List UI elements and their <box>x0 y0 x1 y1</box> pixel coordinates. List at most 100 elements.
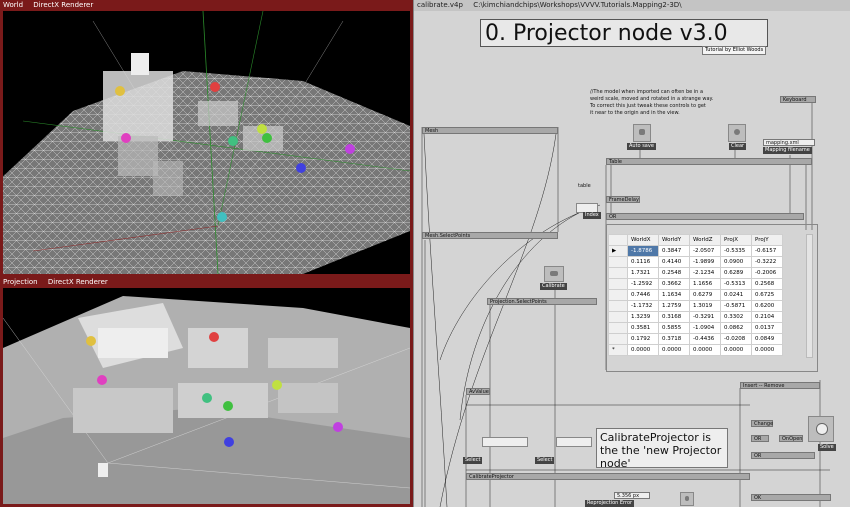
table-row[interactable]: 0.1792 0.3718 -0.4436 -0.0208 0.0849 <box>608 333 783 345</box>
table-node[interactable]: Table <box>606 158 812 165</box>
table-row[interactable]: ▶ -1.8786 0.3847 -2.0507 -0.5335 -0.6157 <box>608 245 783 257</box>
cell[interactable]: 0.0241 <box>720 289 752 301</box>
cell[interactable]: 0.3168 <box>658 311 690 323</box>
auto-save-label: Auto save <box>627 143 656 150</box>
cell[interactable]: 0.0000 <box>751 344 783 356</box>
cell[interactable]: 0.6725 <box>751 289 783 301</box>
render-toggle[interactable] <box>680 492 694 506</box>
cell[interactable]: -0.3222 <box>751 256 783 268</box>
cell[interactable]: -0.6157 <box>751 245 783 257</box>
solve-button[interactable] <box>808 416 834 442</box>
cell[interactable]: 0.3302 <box>720 311 752 323</box>
cell[interactable]: -0.5335 <box>720 245 752 257</box>
column-header[interactable]: ProjX <box>720 234 752 246</box>
onopen-node[interactable]: OnOpen <box>779 435 803 442</box>
cell[interactable]: 0.0862 <box>720 322 752 334</box>
keyboard-node[interactable]: Keyboard <box>780 96 816 103</box>
column-header[interactable]: WorldZ <box>689 234 721 246</box>
row-marker <box>608 256 628 268</box>
calibrate-projector-node[interactable]: CalibrateProjector <box>466 473 750 480</box>
cell[interactable]: 0.6289 <box>720 267 752 279</box>
cell[interactable]: 0.3847 <box>658 245 690 257</box>
cell[interactable]: -0.3291 <box>689 311 721 323</box>
or-node-3[interactable]: OR <box>751 452 815 459</box>
table-row[interactable]: -1.2592 0.3662 1.1656 -0.5313 0.2568 <box>608 278 783 290</box>
change-node[interactable]: Change <box>751 420 773 427</box>
cell[interactable]: 0.5855 <box>658 322 690 334</box>
or-node[interactable]: OR <box>606 213 804 220</box>
cell[interactable]: -1.9899 <box>689 256 721 268</box>
cell[interactable]: 1.2759 <box>658 300 690 312</box>
cell[interactable]: 0.6279 <box>689 289 721 301</box>
cell[interactable]: 0.1116 <box>627 256 659 268</box>
projection-selectpoints-node[interactable]: Projection.SelectPoints <box>487 298 597 305</box>
cell[interactable]: 0.7446 <box>627 289 659 301</box>
select-spread-2[interactable] <box>556 437 592 447</box>
grid-body[interactable]: ▶ -1.8786 0.3847 -2.0507 -0.5335 -0.6157 0.11… <box>608 245 783 356</box>
frame-delay-node[interactable]: FrameDelay <box>606 196 640 203</box>
cell[interactable]: -0.2006 <box>751 267 783 279</box>
table-row[interactable]: 0.7446 1.1634 0.6279 0.0241 0.6725 <box>608 289 783 301</box>
cell[interactable]: 0.2548 <box>658 267 690 279</box>
cell[interactable]: 0.0000 <box>658 344 690 356</box>
cell[interactable]: 0.0000 <box>627 344 659 356</box>
grid-header-row: WorldX WorldY WorldZ ProjX ProjY <box>608 234 783 246</box>
column-header[interactable]: WorldY <box>658 234 690 246</box>
toggle-indicator <box>684 496 690 501</box>
clear-button[interactable] <box>728 124 746 142</box>
cell[interactable]: 0.0137 <box>751 322 783 334</box>
cell[interactable]: 0.0000 <box>689 344 721 356</box>
row-marker <box>608 278 628 290</box>
table-row[interactable]: -1.1732 1.2759 1.3019 -0.5871 0.6200 <box>608 300 783 312</box>
cell[interactable]: 0.6200 <box>751 300 783 312</box>
comment-line: //The model when imported can often be i… <box>590 89 704 95</box>
mesh-selectpoints-node[interactable]: Mesh.SelectPoints <box>422 232 558 239</box>
cell[interactable]: -0.0208 <box>720 333 752 345</box>
cell[interactable]: 0.2104 <box>751 311 783 323</box>
cell[interactable]: 1.3019 <box>689 300 721 312</box>
cell[interactable]: 0.2568 <box>751 278 783 290</box>
button-indicator <box>733 129 741 136</box>
insert-remove-node[interactable]: Insert -- Remove <box>740 382 820 389</box>
cell[interactable]: 0.4140 <box>658 256 690 268</box>
cell[interactable]: -0.5313 <box>720 278 752 290</box>
cell[interactable]: 0.0000 <box>720 344 752 356</box>
mesh-node[interactable]: Mesh <box>422 127 558 134</box>
row-marker <box>608 267 628 279</box>
or-node-2[interactable]: OR <box>751 435 769 442</box>
cell[interactable]: 0.0849 <box>751 333 783 345</box>
table-row[interactable]: 1.3239 0.3168 -0.3291 0.3302 0.2104 <box>608 311 783 323</box>
select-spread-1[interactable] <box>482 437 528 447</box>
cell[interactable]: -0.5871 <box>720 300 752 312</box>
column-header[interactable]: WorldX <box>627 234 659 246</box>
cell[interactable]: -0.4436 <box>689 333 721 345</box>
table-row[interactable]: 0.1116 0.4140 -1.9899 0.0900 -0.3222 <box>608 256 783 268</box>
cell[interactable]: 1.7321 <box>627 267 659 279</box>
cell[interactable]: 1.1634 <box>658 289 690 301</box>
table-row-new[interactable]: * 0.0000 0.0000 0.0000 0.0000 0.0000 <box>608 344 783 356</box>
cell[interactable]: -2.0507 <box>689 245 721 257</box>
ok-node[interactable]: OK <box>751 494 831 501</box>
table-row[interactable]: 0.3581 0.5855 -1.0904 0.0862 0.0137 <box>608 322 783 334</box>
cell[interactable]: 1.3239 <box>627 311 659 323</box>
cell[interactable]: -1.2592 <box>627 278 659 290</box>
cell[interactable]: 1.1656 <box>689 278 721 290</box>
cell[interactable]: -1.1732 <box>627 300 659 312</box>
cell[interactable]: -1.8786 <box>627 245 659 257</box>
auto-save-toggle[interactable] <box>633 124 651 142</box>
cell[interactable]: -2.1234 <box>689 267 721 279</box>
cell[interactable]: -1.0904 <box>689 322 721 334</box>
cell[interactable]: 0.1792 <box>627 333 659 345</box>
grid-scrollbar[interactable] <box>806 234 813 358</box>
calibrate-button[interactable] <box>544 266 564 282</box>
button-indicator <box>816 423 828 435</box>
cell[interactable]: 0.3718 <box>658 333 690 345</box>
table-row[interactable]: 1.7321 0.2548 -2.1234 0.6289 -0.2006 <box>608 267 783 279</box>
cell[interactable]: 0.3662 <box>658 278 690 290</box>
column-header[interactable]: ProjY <box>751 234 783 246</box>
av-value-node[interactable]: AvValue <box>466 388 490 395</box>
cell[interactable]: 0.3581 <box>627 322 659 334</box>
cell[interactable]: 0.0900 <box>720 256 752 268</box>
points-grid[interactable]: WorldX WorldY WorldZ ProjX ProjY ▶ -1.878… <box>608 234 783 356</box>
mapping-file-input[interactable]: mapping.xml <box>763 139 815 146</box>
